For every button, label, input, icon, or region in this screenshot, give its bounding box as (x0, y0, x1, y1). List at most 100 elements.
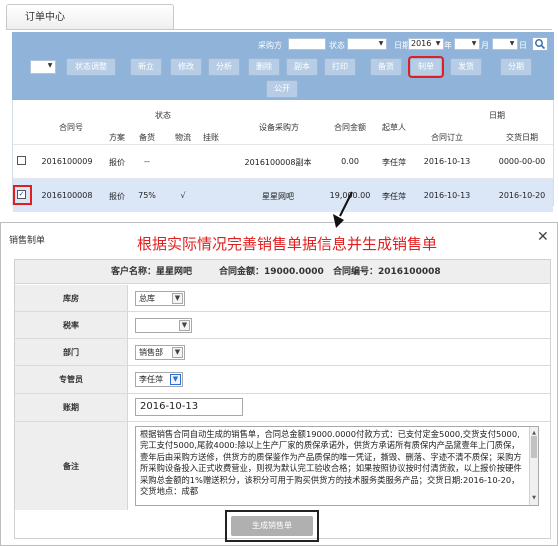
field-row-warehouse: 库房 总库 ▼ (15, 285, 550, 312)
order-table: 合同号 状态 方案 备货 物流 挂账 设备采购方 合同金额 起草人 日期 合同订… (12, 100, 554, 212)
department-label: 部门 (15, 339, 128, 365)
scrollbar-thumb[interactable] (531, 436, 537, 458)
sales-order-form: 客户名称：星星网吧 合同金额：19000.0000 合同编号：201610000… (14, 259, 551, 539)
generate-sales-order-button[interactable]: 生成销售单 (231, 516, 313, 536)
col-buyer: 设备采购方 (259, 123, 299, 132)
cell-contract-no: 2016100009 (41, 157, 93, 166)
chevron-down-icon: ▼ (179, 320, 190, 331)
period-input[interactable]: 2016-10-13 (135, 398, 243, 416)
col-contract-no: 合同号 (59, 123, 83, 132)
cell-prepare: -- (144, 157, 150, 166)
status-filter-select[interactable]: ▼ (347, 38, 387, 50)
year-unit: 年 (444, 41, 452, 50)
delete-button[interactable]: 删除 (248, 58, 280, 76)
tax-select[interactable]: ▼ (135, 318, 192, 333)
cell-plan: 报价 (109, 192, 125, 201)
cell-plan: 报价 (109, 158, 125, 167)
make-order-button[interactable]: 制单 (410, 58, 442, 76)
summary-contract-no: 合同编号：2016100008 (333, 267, 441, 277)
pointer-arrow-icon (333, 191, 353, 228)
col-date-group: 日期 (489, 111, 505, 120)
status-adjust-button[interactable]: 状态调整 (66, 58, 116, 76)
cell-amount: 0.00 (341, 157, 359, 166)
close-icon[interactable]: ✕ (537, 229, 549, 245)
instruction-banner: 根据实际情况完善销售单据信息并生成销售单 (137, 235, 438, 253)
tab-order-center[interactable]: 订单中心 (6, 4, 174, 30)
cell-logistics: √ (180, 191, 186, 200)
cell-initiator: 李任萍 (382, 158, 406, 167)
col-initiator: 起草人 (382, 123, 406, 132)
department-value: 销售部 (139, 348, 163, 357)
month-select[interactable]: ▼ (454, 38, 480, 50)
col-prepare: 备货 (139, 133, 155, 142)
field-row-department: 部门 销售部 ▼ (15, 339, 550, 366)
search-icon (535, 39, 546, 50)
cell-sign-date: 2016-10-13 (423, 157, 471, 166)
order-summary: 客户名称：星星网吧 合同金额：19000.0000 合同编号：201610000… (15, 260, 550, 284)
installment-button[interactable]: 分期 (500, 58, 532, 76)
remarks-label: 备注 (15, 422, 128, 510)
cell-sign-date: 2016-10-13 (423, 191, 471, 200)
cell-buyer: 星星网吧 (262, 192, 294, 201)
prepare-goods-button[interactable]: 备货 (370, 58, 402, 76)
remarks-scrollbar[interactable]: ▲ ▼ (529, 427, 538, 505)
month-unit: 月 (481, 41, 489, 50)
modify-button[interactable]: 修改 (170, 58, 202, 76)
remarks-textarea[interactable]: 根据销售合同自动生成的销售单，合同总金额19000.0000付款方式：已支付定金… (135, 426, 539, 506)
tab-divider (6, 29, 552, 30)
chevron-down-icon: ▼ (378, 40, 384, 47)
col-delivery-date: 交货日期 (506, 133, 538, 142)
manager-value: 李任萍 (139, 375, 163, 384)
sales-order-dialog: 销售制单 根据实际情况完善销售单据信息并生成销售单 ✕ 客户名称：星星网吧 合同… (0, 222, 558, 546)
table-row[interactable]: 2016100009 报价 -- 2016100008副本 0.00 李任萍 2… (13, 144, 553, 178)
col-logistics: 物流 (175, 133, 191, 142)
period-label: 账期 (15, 394, 128, 421)
ship-button[interactable]: 发货 (450, 58, 482, 76)
chevron-down-icon: ▼ (471, 40, 477, 47)
cell-initiator: 李任萍 (382, 192, 406, 201)
chevron-down-icon: ▼ (172, 293, 183, 304)
cell-delivery-date: 2016-10-20 (498, 191, 546, 200)
manager-select[interactable]: 李任萍 ▼ (135, 372, 183, 387)
chevron-down-icon: ▼ (170, 374, 181, 385)
year-select[interactable]: 2016 ▼ (408, 38, 444, 50)
chevron-down-icon: ▼ (172, 347, 183, 358)
summary-amount: 合同金额：19000.0000 (219, 267, 324, 277)
col-status-group: 状态 (155, 111, 171, 120)
purchaser-input[interactable] (288, 38, 326, 50)
col-amount: 合同金额 (334, 123, 366, 132)
department-select[interactable]: 销售部 ▼ (135, 345, 185, 360)
search-button[interactable] (532, 37, 548, 51)
analyze-button[interactable]: 分析 (208, 58, 240, 76)
year-value: 2016 (411, 39, 432, 48)
print-button[interactable]: 打印 (324, 58, 356, 76)
chevron-down-icon: ▼ (509, 40, 515, 47)
chevron-down-icon: ▼ (47, 62, 53, 69)
tax-label: 税率 (15, 312, 128, 338)
purchaser-label: 采购方 (258, 41, 282, 50)
publish-button[interactable]: 公开 (266, 80, 298, 98)
cell-buyer: 2016100008副本 (244, 158, 312, 167)
chevron-down-icon: ▼ (435, 40, 441, 47)
remarks-text: 根据销售合同自动生成的销售单，合同总金额19000.0000付款方式：已支付定金… (140, 429, 522, 497)
col-hold: 挂账 (203, 133, 219, 142)
cell-contract-no: 2016100008 (41, 191, 93, 200)
table-row-selected[interactable]: ✓ 2016100008 报价 75% √ 星星网吧 19,000.00 李任萍… (13, 178, 553, 212)
field-row-period: 账期 2016-10-13 (15, 394, 550, 422)
day-select[interactable]: ▼ (492, 38, 518, 50)
field-row-manager: 专管员 李任萍 ▼ (15, 366, 550, 394)
scroll-down-icon[interactable]: ▼ (530, 493, 538, 504)
field-row-remarks: 备注 根据销售合同自动生成的销售单，合同总金额19000.0000付款方式：已支… (15, 422, 550, 510)
copy-button[interactable]: 副本 (286, 58, 318, 76)
generate-highlight-box: 生成销售单 (225, 510, 319, 542)
status-adjust-select[interactable]: ▼ (30, 60, 56, 74)
new-button[interactable]: 新立 (130, 58, 162, 76)
status-filter-label: 状态 (329, 41, 345, 50)
warehouse-label: 库房 (15, 285, 128, 311)
warehouse-select[interactable]: 总库 ▼ (135, 291, 185, 306)
row-checkbox[interactable] (17, 156, 26, 165)
col-plan: 方案 (109, 133, 125, 142)
toolbar: 采购方 状态 ▼ 日期 2016 ▼ 年 ▼ 月 ▼ 日 ▼ 状态调整 新立 修改… (12, 32, 554, 100)
field-row-tax: 税率 ▼ (15, 312, 550, 339)
row-checkbox-checked[interactable]: ✓ (17, 190, 26, 199)
